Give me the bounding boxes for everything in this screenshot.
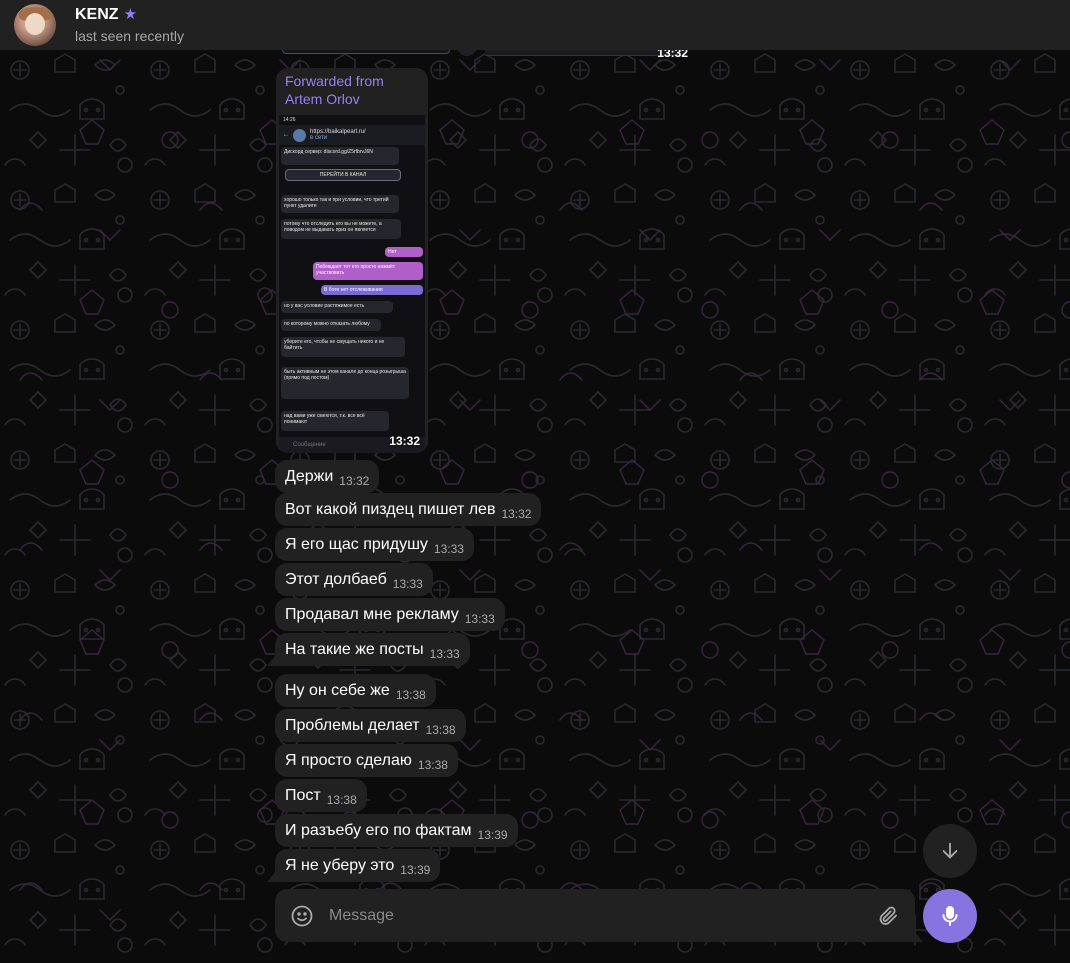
message-time: 13:39 bbox=[477, 828, 508, 842]
message-text: И разъебу его по фактам bbox=[285, 822, 472, 839]
message-text: Продавал мне рекламу bbox=[285, 606, 459, 623]
message-text: На такие же посты bbox=[285, 641, 424, 658]
message-time: 13:39 bbox=[400, 863, 431, 877]
message-bubble[interactable]: Проблемы делает 13:38 bbox=[275, 709, 466, 742]
forwarded-label: Forwarded from bbox=[285, 73, 384, 89]
message-time: 13:32 bbox=[389, 434, 420, 448]
message-bubble[interactable]: Я его щас придушу 13:33 bbox=[275, 528, 474, 561]
message-time: 13:33 bbox=[392, 577, 423, 591]
message-composer[interactable] bbox=[275, 889, 915, 942]
message-time: 13:32 bbox=[501, 507, 532, 521]
message-bubble[interactable]: На такие же посты 13:33 bbox=[275, 633, 470, 666]
screenshot-message: Побеждает тот кто просто нажмёт участвов… bbox=[313, 262, 423, 280]
message-text: Я его щас придушу bbox=[285, 536, 428, 553]
forwarded-author[interactable]: Artem Orlov bbox=[285, 90, 419, 108]
message-bubble[interactable]: Вот какой пиздец пишет лев 13:32 bbox=[275, 493, 542, 526]
message-text: Вот какой пиздец пишет лев bbox=[285, 501, 496, 518]
message-bubble[interactable]: Этот долбаеб 13:33 bbox=[275, 563, 433, 596]
screenshot-join-button: ПЕРЕЙТИ В КАНАЛ bbox=[285, 169, 401, 181]
message-text: Я не уберу это bbox=[285, 857, 395, 874]
previous-message-fragment: 13:32 bbox=[280, 40, 690, 62]
message-text: Пост bbox=[285, 787, 321, 804]
message-bubble[interactable]: Держи 13:32 bbox=[275, 460, 380, 493]
telegram-chat-window: KENZ ★ last seen recently 13:32 Forwarde… bbox=[0, 0, 1070, 963]
message-text: Проблемы делает bbox=[285, 717, 420, 734]
chat-title-block[interactable]: KENZ ★ last seen recently bbox=[75, 5, 184, 45]
screenshot-message: над вами уже смеются, т.к. все всё поним… bbox=[281, 411, 389, 431]
avatar[interactable] bbox=[14, 4, 56, 46]
forwarded-screenshot-image[interactable]: 14:26 ← https://baikalpearl.ru/ в сети Д… bbox=[279, 115, 425, 453]
screenshot-channel-status: в сети bbox=[310, 135, 328, 141]
message-text: Я просто сделаю bbox=[285, 752, 412, 769]
forwarded-message[interactable]: Forwarded from Artem Orlov 14:26 ← https… bbox=[276, 68, 428, 453]
chat-header[interactable]: KENZ ★ last seen recently bbox=[0, 0, 1070, 50]
screenshot-message: В боте нет отслеживания bbox=[321, 285, 423, 295]
chat-title: KENZ ★ bbox=[75, 5, 184, 25]
message-bubble[interactable]: Пост 13:38 bbox=[275, 779, 367, 812]
back-arrow-icon: ← bbox=[283, 132, 289, 138]
message-bubble[interactable]: Я не уберу это 13:39 bbox=[275, 849, 441, 882]
message-bubble[interactable]: И разъебу его по фактам 13:39 bbox=[275, 814, 518, 847]
message-list[interactable]: 13:32 Forwarded from Artem Orlov 14:26 ←… bbox=[0, 40, 1070, 963]
screenshot-top-bar: ← https://baikalpearl.ru/ в сети bbox=[279, 125, 425, 145]
emoji-button[interactable] bbox=[275, 889, 329, 942]
message-input[interactable] bbox=[329, 906, 861, 925]
screenshot-message: Дискорд сервер: discord.gg/Z5rfbrvJ6N bbox=[281, 147, 399, 165]
star-icon: ★ bbox=[123, 6, 138, 23]
attach-button[interactable] bbox=[861, 889, 915, 942]
message-time: 13:33 bbox=[433, 542, 464, 556]
screenshot-message: но у вас условие растяжимое есть bbox=[281, 301, 393, 313]
smile-icon bbox=[291, 905, 313, 926]
microphone-icon bbox=[942, 906, 958, 926]
screenshot-status-bar: 14:26 bbox=[283, 117, 296, 123]
screenshot-message: Нет bbox=[385, 247, 423, 257]
scroll-to-bottom-button[interactable] bbox=[923, 824, 977, 878]
voice-message-button[interactable] bbox=[923, 889, 977, 943]
message-time: 13:38 bbox=[326, 793, 357, 807]
message-time: 13:33 bbox=[429, 647, 460, 661]
message-text: Ну он себе же bbox=[285, 682, 390, 699]
message-time: 13:32 bbox=[339, 474, 370, 488]
message-text: Этот долбаеб bbox=[285, 571, 387, 588]
message-time: 13:38 bbox=[417, 758, 448, 772]
paperclip-icon bbox=[879, 906, 897, 925]
forwarded-header[interactable]: Forwarded from Artem Orlov bbox=[276, 68, 428, 108]
screenshot-message: по которому можно отказать любому bbox=[281, 319, 381, 331]
screenshot-message: потому что отследить его вы не можете, а… bbox=[281, 219, 401, 239]
screenshot-message: хорошо только так и при условии, что тре… bbox=[281, 195, 399, 213]
screenshot-avatar bbox=[293, 128, 306, 142]
message-time: 13:38 bbox=[425, 723, 456, 737]
avatar-face bbox=[25, 13, 45, 35]
message-time: 13:33 bbox=[464, 612, 495, 626]
last-seen-status: last seen recently bbox=[75, 28, 184, 44]
message-bubble[interactable]: Ну он себе же 13:38 bbox=[275, 674, 436, 707]
message-bubble[interactable]: Продавал мне рекламу 13:33 bbox=[275, 598, 505, 631]
screenshot-message: быть активным не этом канале до конца ро… bbox=[281, 367, 409, 399]
screenshot-message: уберите его, чтобы не смущать никого и н… bbox=[281, 337, 405, 357]
message-text: Держи bbox=[285, 468, 334, 485]
message-time: 13:38 bbox=[395, 688, 426, 702]
contact-name: KENZ bbox=[75, 6, 119, 23]
message-bubble[interactable]: Я просто сделаю 13:38 bbox=[275, 744, 458, 777]
arrow-down-icon bbox=[942, 842, 958, 859]
